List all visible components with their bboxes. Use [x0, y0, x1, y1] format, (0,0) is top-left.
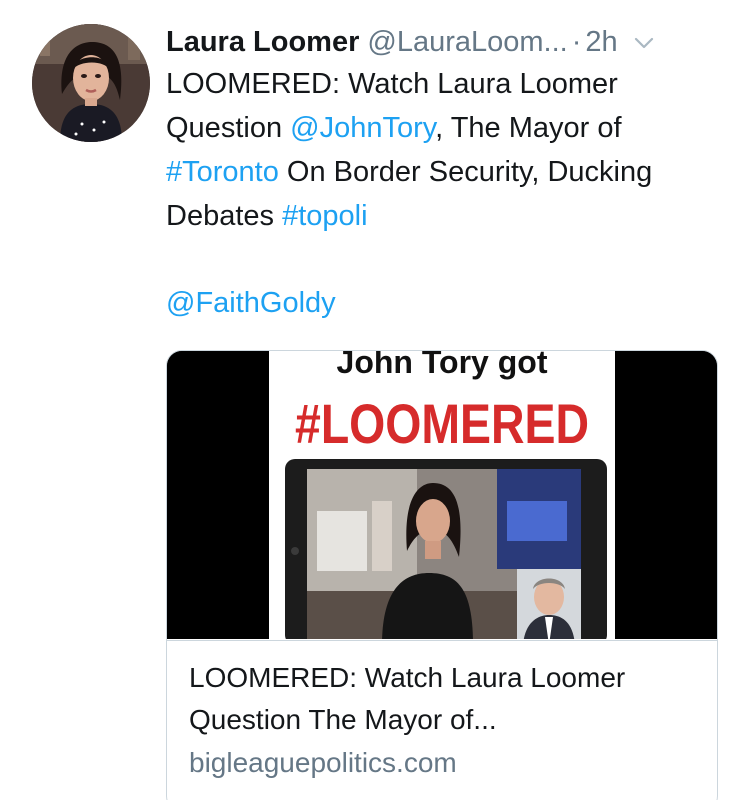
card-image-headline-main: #LOOMERED	[295, 392, 589, 455]
avatar[interactable]	[32, 24, 150, 142]
tweet[interactable]: Laura Loomer @LauraLoom... · 2h LOOMERED…	[0, 0, 750, 800]
card-title[interactable]: LOOMERED: Watch Laura Loomer Question Th…	[189, 657, 699, 741]
hashtag-link-topoli[interactable]: #topoli	[282, 200, 367, 232]
card-image-headline-top: John Tory got	[337, 351, 548, 380]
avatar-image	[32, 24, 150, 142]
card-domain[interactable]: bigleaguepolitics.com	[189, 745, 457, 781]
mention-link-faithgoldy[interactable]: @FaithGoldy	[166, 281, 336, 325]
tweet-header: Laura Loomer @LauraLoom... · 2h	[166, 20, 722, 64]
card-body[interactable]: LOOMERED: Watch Laura Loomer Question Th…	[167, 640, 717, 800]
display-name[interactable]: Laura Loomer	[166, 26, 359, 59]
timestamp[interactable]: 2h	[585, 26, 617, 59]
hashtag-link-toronto[interactable]: #Toronto	[166, 156, 279, 188]
link-card[interactable]: John Tory got #LOOMERED LOOMERED: Watch …	[166, 350, 718, 800]
card-image-graphic: John Tory got #LOOMERED	[167, 351, 717, 645]
separator-dot: ·	[571, 25, 582, 58]
user-handle[interactable]: @LauraLoom...	[367, 26, 567, 59]
chevron-down-icon[interactable]	[632, 30, 656, 54]
tweet-text-part: , The Mayor of	[435, 112, 622, 144]
card-image[interactable]: John Tory got #LOOMERED	[167, 351, 717, 645]
tweet-text: LOOMERED: Watch Laura Loomer Question @J…	[166, 62, 726, 238]
mention-link-johntory[interactable]: @JohnTory	[290, 112, 435, 144]
